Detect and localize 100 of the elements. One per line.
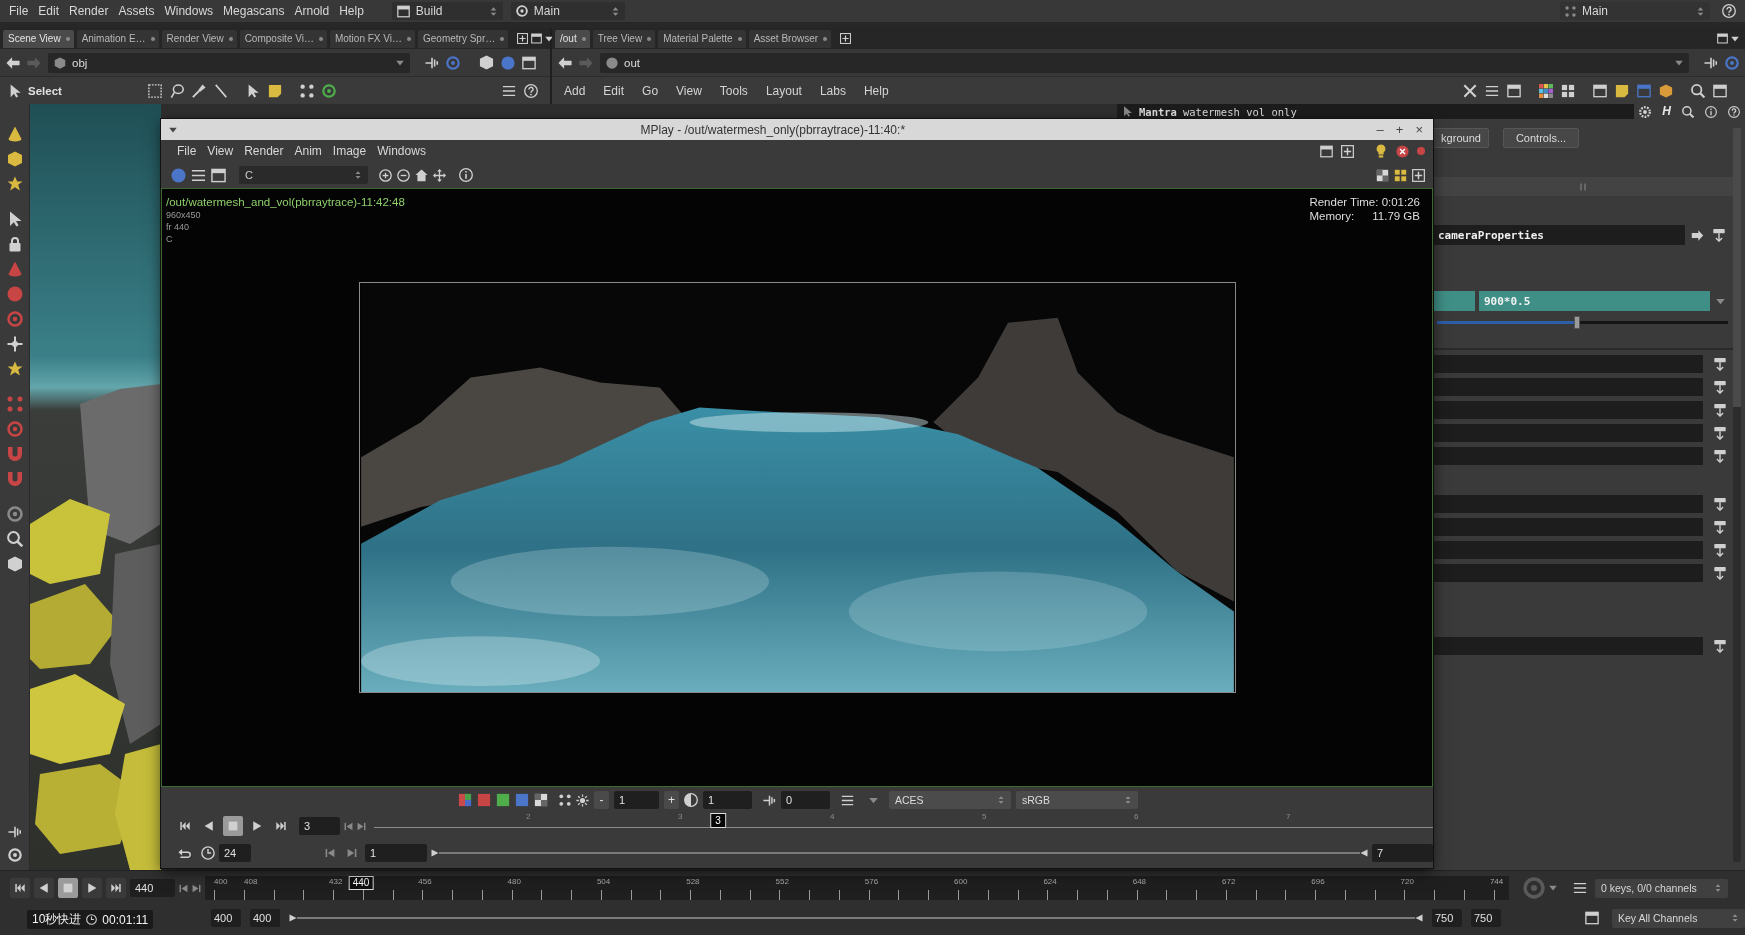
play-reverse-button[interactable] xyxy=(34,878,54,898)
gear-icon[interactable] xyxy=(1639,105,1652,118)
signpost-icon[interactable] xyxy=(1713,639,1727,653)
list-icon[interactable] xyxy=(191,167,206,183)
menu-item[interactable]: Help xyxy=(863,83,889,98)
grid-icon[interactable] xyxy=(1561,83,1575,98)
skip-to-start-button[interactable] xyxy=(10,878,30,898)
menu-item[interactable]: View xyxy=(207,144,234,158)
menu-item[interactable]: File xyxy=(177,144,197,158)
menu-item[interactable]: Render xyxy=(69,4,109,18)
maximize-button[interactable]: + xyxy=(1391,122,1408,137)
current-frame-marker[interactable]: 440 xyxy=(348,876,374,890)
clock-icon[interactable] xyxy=(201,846,215,860)
list-icon[interactable] xyxy=(841,793,854,807)
start-frame-field[interactable]: 1 xyxy=(365,844,427,862)
step-forward-icon[interactable] xyxy=(357,821,366,831)
select-tool-button[interactable]: Select xyxy=(6,83,66,98)
path-field[interactable]: obj xyxy=(48,52,410,73)
menu-item[interactable]: Edit xyxy=(38,4,60,18)
desktop-dropdown[interactable]: Build xyxy=(391,2,503,20)
half-circle-icon[interactable] xyxy=(684,793,698,807)
pane-tab[interactable]: /out xyxy=(555,29,590,48)
cube-icon[interactable] xyxy=(6,556,23,572)
zoom-out-icon[interactable] xyxy=(397,168,410,182)
text-field[interactable]: cameraProperties xyxy=(1433,225,1685,245)
dot-icon[interactable] xyxy=(737,36,742,41)
signpost-icon[interactable] xyxy=(1713,357,1727,371)
cross-icon[interactable] xyxy=(1463,83,1477,98)
search-icon[interactable] xyxy=(1691,83,1705,98)
dot-icon[interactable] xyxy=(500,36,505,41)
signpost-icon[interactable] xyxy=(1713,380,1727,394)
input-field[interactable] xyxy=(1433,424,1703,442)
gamma-field[interactable]: 1 xyxy=(703,791,752,809)
checker-icon[interactable] xyxy=(1376,168,1389,182)
plus-box-icon[interactable] xyxy=(517,33,529,44)
pane-tab[interactable]: Asset Browser xyxy=(748,29,832,48)
list-icon[interactable] xyxy=(1485,83,1499,98)
scrollbar[interactable] xyxy=(1733,128,1741,862)
lut-dropdown[interactable]: ACES xyxy=(889,791,1011,809)
grid-icon[interactable] xyxy=(1394,168,1407,182)
line-bars-icon[interactable] xyxy=(7,825,22,839)
signpost-icon[interactable] xyxy=(1713,403,1727,417)
menu-item[interactable]: Layout xyxy=(765,83,802,98)
panel-button[interactable]: Controls... xyxy=(1503,128,1579,148)
timeline-ruler[interactable]: 400 408 432 440 456 480 504 528 552 576 600 624 648 672 696 720 744 xyxy=(205,876,1509,900)
range-start-field[interactable]: 400 xyxy=(211,909,241,927)
context-dropdown[interactable]: Main xyxy=(510,2,625,20)
close-button[interactable]: × xyxy=(1411,122,1427,137)
input-field[interactable] xyxy=(1433,401,1703,419)
h-button[interactable]: H xyxy=(1662,105,1671,118)
plus-box-icon[interactable] xyxy=(840,33,852,44)
play-button[interactable] xyxy=(82,878,102,898)
signpost-icon[interactable] xyxy=(1713,520,1727,534)
four-dots-icon[interactable] xyxy=(300,83,314,98)
menu-item[interactable]: Go xyxy=(642,83,659,98)
menu-item[interactable]: Arnold xyxy=(294,4,330,18)
line-bars-icon[interactable] xyxy=(1704,55,1718,70)
caret-icon[interactable] xyxy=(1731,34,1739,43)
menu-item[interactable]: Assets xyxy=(118,4,155,18)
star-icon[interactable] xyxy=(6,361,23,377)
crosshair-icon[interactable] xyxy=(6,336,23,352)
menu-item[interactable]: Windows xyxy=(164,4,214,18)
swatch-icon[interactable] xyxy=(477,793,491,807)
caret-icon[interactable] xyxy=(1675,58,1683,67)
checker-icon[interactable] xyxy=(534,793,548,807)
cube-icon[interactable] xyxy=(1659,83,1673,98)
color-space-dropdown[interactable]: sRGB xyxy=(1016,791,1138,809)
signpost-icon[interactable] xyxy=(1713,566,1727,580)
dot-icon[interactable] xyxy=(150,36,155,41)
line-bars-icon[interactable] xyxy=(425,55,439,70)
fps-field[interactable]: 24 xyxy=(219,844,251,862)
pane-tab[interactable]: Tree View xyxy=(592,29,656,48)
channels-icon[interactable] xyxy=(458,793,472,807)
decrease-button[interactable]: - xyxy=(594,791,609,809)
cube-icon[interactable] xyxy=(6,151,23,167)
pane-tab[interactable]: Scene View xyxy=(3,29,74,48)
dot-icon[interactable] xyxy=(318,36,323,41)
menu-item[interactable]: Help xyxy=(339,4,364,18)
menu-item[interactable]: Image xyxy=(332,144,367,158)
dot-icon[interactable] xyxy=(823,36,828,41)
menu-item[interactable]: Megascans xyxy=(223,4,285,18)
range-start-field[interactable]: 400 xyxy=(250,909,280,927)
skip-to-end-button[interactable] xyxy=(106,878,126,898)
pane-tab[interactable]: Render View xyxy=(161,29,237,48)
info-icon[interactable] xyxy=(1704,105,1717,118)
range-start-handle-icon[interactable] xyxy=(289,914,297,922)
input-field[interactable] xyxy=(1433,447,1703,465)
frame-field[interactable]: 440 xyxy=(130,879,175,897)
signpost-icon[interactable] xyxy=(1713,497,1727,511)
pane-tab[interactable]: Motion FX Vi… xyxy=(329,29,415,48)
note-icon[interactable] xyxy=(268,83,282,98)
search-icon[interactable] xyxy=(1681,105,1694,118)
lasso-icon[interactable] xyxy=(170,83,184,98)
list-icon[interactable] xyxy=(1573,881,1587,895)
pane-tab[interactable]: Geometry Spr… xyxy=(418,29,509,48)
menu-item[interactable]: File xyxy=(9,4,29,18)
step-back-icon[interactable] xyxy=(325,848,335,858)
four-dots-icon[interactable] xyxy=(6,396,23,412)
swatch-icon[interactable] xyxy=(496,793,510,807)
menu-item[interactable]: Windows xyxy=(377,144,426,158)
